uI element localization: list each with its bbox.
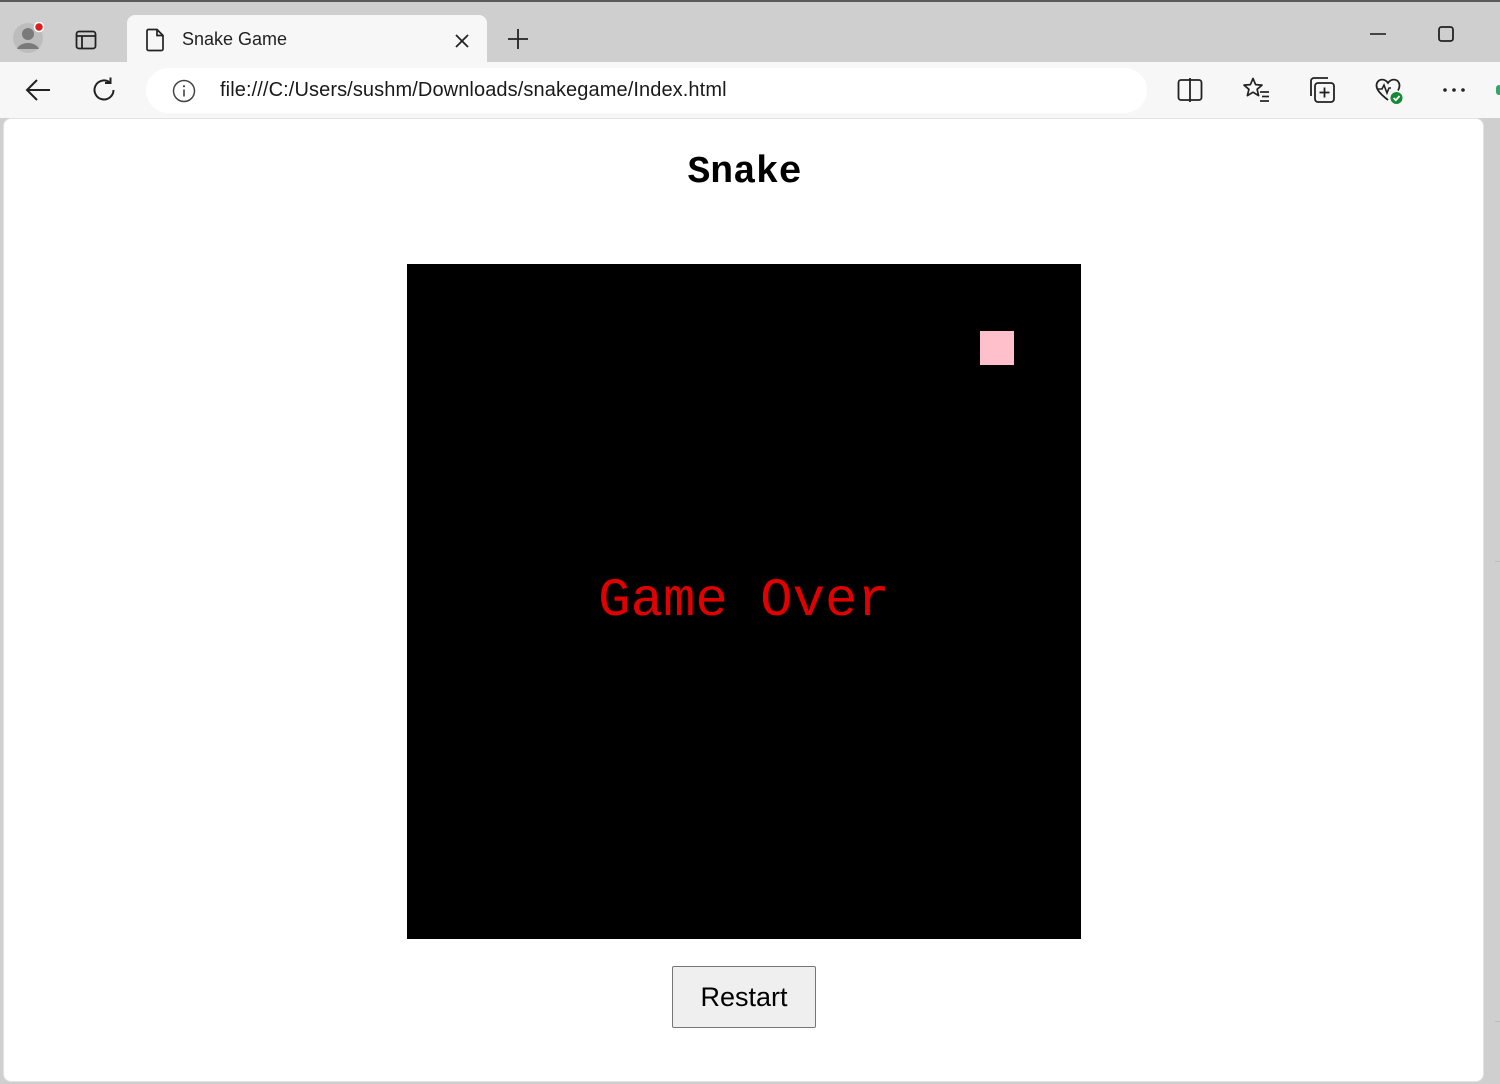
game-over-text: Game Over (598, 571, 890, 632)
more-icon[interactable] (1439, 75, 1469, 105)
scrollbar-tick (1495, 1021, 1500, 1022)
browser-window: Snake Game file:///C:/Users/sushm/Downlo… (0, 0, 1500, 1084)
browser-toolbar: file:///C:/Users/sushm/Downloads/snakega… (0, 62, 1500, 118)
url-text[interactable]: file:///C:/Users/sushm/Downloads/snakega… (220, 79, 727, 102)
tab-strip: Snake Game (0, 0, 1500, 64)
close-icon[interactable] (451, 30, 473, 52)
page-viewport: Snake Game Over Restart (3, 118, 1484, 1082)
plus-icon[interactable] (506, 27, 530, 51)
split-screen-icon[interactable] (1175, 75, 1205, 105)
favorites-icon[interactable] (1241, 75, 1271, 105)
minimize-icon[interactable] (1366, 24, 1390, 44)
heart-pulse-icon[interactable] (1373, 75, 1403, 105)
tab-snake-game[interactable]: Snake Game (127, 15, 487, 64)
snake-food (980, 331, 1014, 365)
maximize-icon[interactable] (1434, 22, 1458, 46)
page-icon (145, 28, 165, 52)
page-title: Snake (687, 151, 802, 194)
collections-icon[interactable] (1307, 75, 1337, 105)
back-arrow-icon[interactable] (23, 75, 53, 105)
scrollbar-tick (1495, 561, 1500, 562)
extension-indicator (1496, 85, 1500, 95)
profile-avatar-icon[interactable] (12, 22, 44, 54)
address-bar[interactable]: file:///C:/Users/sushm/Downloads/snakega… (146, 68, 1147, 113)
tab-title: Snake Game (182, 29, 288, 49)
tab-actions-icon[interactable] (74, 28, 98, 52)
game-board[interactable]: Game Over (407, 264, 1081, 939)
restart-button[interactable]: Restart (672, 966, 816, 1028)
refresh-icon[interactable] (89, 75, 119, 105)
info-icon[interactable] (172, 79, 196, 103)
